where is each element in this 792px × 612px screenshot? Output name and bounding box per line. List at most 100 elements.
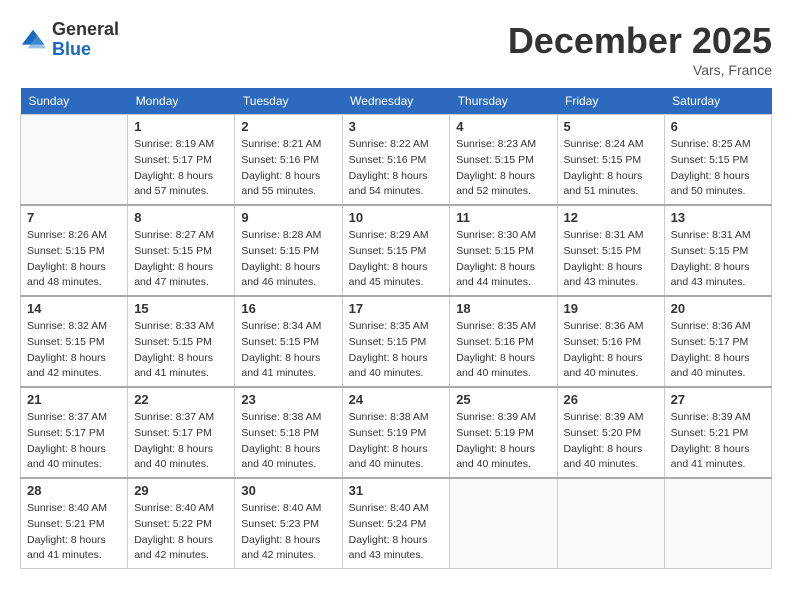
day-info: Sunrise: 8:34 AM Sunset: 5:15 PM Dayligh…	[241, 319, 335, 382]
calendar-cell: 15Sunrise: 8:33 AM Sunset: 5:15 PM Dayli…	[128, 296, 235, 387]
day-number: 11	[456, 210, 550, 225]
day-number: 21	[27, 392, 121, 407]
day-info: Sunrise: 8:32 AM Sunset: 5:15 PM Dayligh…	[27, 319, 121, 382]
calendar-cell: 13 Sunrise: 8:31 AM Sunset: 5:15 PM Dayli…	[664, 205, 771, 296]
day-number: 7	[27, 210, 121, 225]
day-number: 13	[671, 210, 765, 225]
calendar-week-row: 28 Sunrise: 8:40 AM Sunset: 5:21 PM Dayli…	[21, 478, 772, 569]
calendar-cell	[557, 478, 664, 569]
day-info: Sunrise: 8:39 AM Sunset: 5:20 PM Dayligh…	[564, 410, 658, 473]
logo: General Blue	[20, 20, 119, 60]
calendar-cell: 31 Sunrise: 8:40 AM Sunset: 5:24 PM Dayli…	[342, 478, 450, 569]
day-number: 20	[671, 301, 765, 316]
calendar-cell: 27Sunrise: 8:39 AM Sunset: 5:21 PM Dayli…	[664, 387, 771, 478]
day-number: 23	[241, 392, 335, 407]
day-number: 25	[456, 392, 550, 407]
day-number: 4	[456, 119, 550, 134]
day-number: 30	[241, 483, 335, 498]
day-info: Sunrise: 8:35 AM Sunset: 5:16 PM Dayligh…	[456, 319, 550, 382]
calendar-cell: 2 Sunrise: 8:21 AM Sunset: 5:16 PM Daylig…	[235, 115, 342, 206]
day-info: Sunrise: 8:29 AM Sunset: 5:15 PM Dayligh…	[349, 228, 444, 291]
calendar-cell: 14 Sunrise: 8:32 AM Sunset: 5:15 PM Dayli…	[21, 296, 128, 387]
header-friday: Friday	[557, 88, 664, 115]
day-info: Sunrise: 8:39 AM Sunset: 5:19 PM Dayligh…	[456, 410, 550, 473]
calendar-cell: 18 Sunrise: 8:35 AM Sunset: 5:16 PM Dayli…	[450, 296, 557, 387]
day-info: Sunrise: 8:21 AM Sunset: 5:16 PM Dayligh…	[241, 137, 335, 200]
calendar-cell: 19 Sunrise: 8:36 AM Sunset: 5:16 PM Dayli…	[557, 296, 664, 387]
day-info: Sunrise: 8:31 AM Sunset: 5:15 PM Dayligh…	[564, 228, 658, 291]
calendar-cell: 17 Sunrise: 8:35 AM Sunset: 5:15 PM Dayli…	[342, 296, 450, 387]
day-number: 2	[241, 119, 335, 134]
calendar-cell: 1 Sunrise: 8:19 AM Sunset: 5:17 PM Daylig…	[128, 115, 235, 206]
logo-general-text: General	[52, 19, 119, 39]
day-number: 26	[564, 392, 658, 407]
calendar-cell: 23 Sunrise: 8:38 AM Sunset: 5:18 PM Dayli…	[235, 387, 342, 478]
day-number: 5	[564, 119, 658, 134]
header-monday: Monday	[128, 88, 235, 115]
calendar-cell: 22 Sunrise: 8:37 AM Sunset: 5:17 PM Dayli…	[128, 387, 235, 478]
month-title: December 2025	[508, 20, 772, 62]
logo-icon	[20, 26, 48, 54]
day-number: 3	[349, 119, 444, 134]
day-number: 27	[671, 392, 765, 407]
calendar-week-row: 14 Sunrise: 8:32 AM Sunset: 5:15 PM Dayli…	[21, 296, 772, 387]
day-info: Sunrise: 8:31 AM Sunset: 5:15 PM Dayligh…	[671, 228, 765, 291]
day-info: Sunrise: 8:24 AM Sunset: 5:15 PM Dayligh…	[564, 137, 658, 200]
page-header: General Blue December 2025 Vars, France	[20, 20, 772, 78]
calendar-cell: 25 Sunrise: 8:39 AM Sunset: 5:19 PM Dayli…	[450, 387, 557, 478]
day-number: 16	[241, 301, 335, 316]
header-tuesday: Tuesday	[235, 88, 342, 115]
calendar-cell: 6Sunrise: 8:25 AM Sunset: 5:15 PM Daylig…	[664, 115, 771, 206]
calendar-cell: 16 Sunrise: 8:34 AM Sunset: 5:15 PM Dayli…	[235, 296, 342, 387]
calendar-cell	[664, 478, 771, 569]
calendar-header-row: Sunday Monday Tuesday Wednesday Thursday…	[21, 88, 772, 115]
calendar-cell: 24Sunrise: 8:38 AM Sunset: 5:19 PM Dayli…	[342, 387, 450, 478]
day-info: Sunrise: 8:33 AM Sunset: 5:15 PM Dayligh…	[134, 319, 228, 382]
day-number: 29	[134, 483, 228, 498]
calendar-cell: 4Sunrise: 8:23 AM Sunset: 5:15 PM Daylig…	[450, 115, 557, 206]
calendar-cell	[21, 115, 128, 206]
day-info: Sunrise: 8:35 AM Sunset: 5:15 PM Dayligh…	[349, 319, 444, 382]
day-number: 10	[349, 210, 444, 225]
header-sunday: Sunday	[21, 88, 128, 115]
day-info: Sunrise: 8:38 AM Sunset: 5:18 PM Dayligh…	[241, 410, 335, 473]
calendar-week-row: 21 Sunrise: 8:37 AM Sunset: 5:17 PM Dayli…	[21, 387, 772, 478]
calendar-cell: 9 Sunrise: 8:28 AM Sunset: 5:15 PM Daylig…	[235, 205, 342, 296]
day-number: 22	[134, 392, 228, 407]
page-container: General Blue December 2025 Vars, France …	[20, 20, 772, 569]
day-number: 24	[349, 392, 444, 407]
calendar-cell: 3 Sunrise: 8:22 AM Sunset: 5:16 PM Daylig…	[342, 115, 450, 206]
calendar-week-row: 1 Sunrise: 8:19 AM Sunset: 5:17 PM Daylig…	[21, 115, 772, 206]
day-number: 19	[564, 301, 658, 316]
day-number: 17	[349, 301, 444, 316]
day-info: Sunrise: 8:40 AM Sunset: 5:24 PM Dayligh…	[349, 501, 444, 564]
day-info: Sunrise: 8:25 AM Sunset: 5:15 PM Dayligh…	[671, 137, 765, 200]
location: Vars, France	[508, 62, 772, 78]
day-info: Sunrise: 8:19 AM Sunset: 5:17 PM Dayligh…	[134, 137, 228, 200]
day-info: Sunrise: 8:28 AM Sunset: 5:15 PM Dayligh…	[241, 228, 335, 291]
calendar-cell: 28 Sunrise: 8:40 AM Sunset: 5:21 PM Dayli…	[21, 478, 128, 569]
day-number: 31	[349, 483, 444, 498]
day-info: Sunrise: 8:37 AM Sunset: 5:17 PM Dayligh…	[134, 410, 228, 473]
day-info: Sunrise: 8:40 AM Sunset: 5:21 PM Dayligh…	[27, 501, 121, 564]
day-info: Sunrise: 8:36 AM Sunset: 5:16 PM Dayligh…	[564, 319, 658, 382]
day-info: Sunrise: 8:36 AM Sunset: 5:17 PM Dayligh…	[671, 319, 765, 382]
title-block: December 2025 Vars, France	[508, 20, 772, 78]
header-wednesday: Wednesday	[342, 88, 450, 115]
day-info: Sunrise: 8:30 AM Sunset: 5:15 PM Dayligh…	[456, 228, 550, 291]
calendar-cell: 29Sunrise: 8:40 AM Sunset: 5:22 PM Dayli…	[128, 478, 235, 569]
day-number: 1	[134, 119, 228, 134]
day-number: 8	[134, 210, 228, 225]
day-number: 18	[456, 301, 550, 316]
header-saturday: Saturday	[664, 88, 771, 115]
day-number: 12	[564, 210, 658, 225]
calendar-cell: 11 Sunrise: 8:30 AM Sunset: 5:15 PM Dayli…	[450, 205, 557, 296]
day-info: Sunrise: 8:26 AM Sunset: 5:15 PM Dayligh…	[27, 228, 121, 291]
day-number: 14	[27, 301, 121, 316]
day-info: Sunrise: 8:22 AM Sunset: 5:16 PM Dayligh…	[349, 137, 444, 200]
calendar-cell: 20 Sunrise: 8:36 AM Sunset: 5:17 PM Dayli…	[664, 296, 771, 387]
calendar-week-row: 7 Sunrise: 8:26 AM Sunset: 5:15 PM Daylig…	[21, 205, 772, 296]
day-number: 9	[241, 210, 335, 225]
day-number: 28	[27, 483, 121, 498]
day-info: Sunrise: 8:40 AM Sunset: 5:23 PM Dayligh…	[241, 501, 335, 564]
